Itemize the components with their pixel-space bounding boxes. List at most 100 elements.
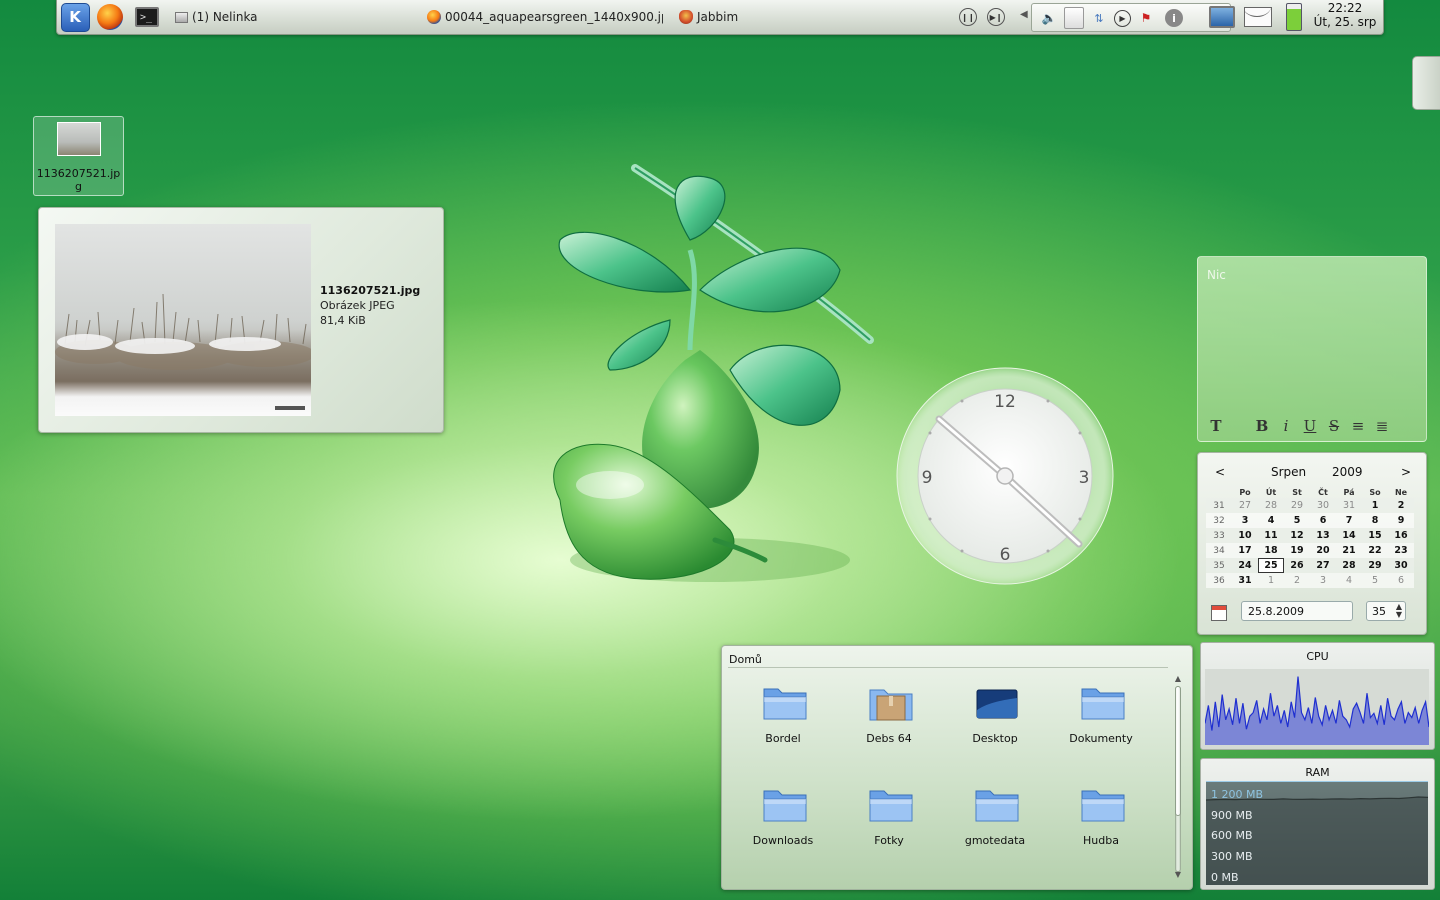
clipboard-icon[interactable]	[1064, 7, 1084, 29]
justify-button[interactable]: ≣	[1370, 417, 1394, 435]
calendar-next-month-button[interactable]: >	[1401, 465, 1411, 479]
calendar-day[interactable]: 17	[1232, 543, 1258, 558]
calendar-day[interactable]: 20	[1310, 543, 1336, 558]
calendar-day[interactable]: 29	[1362, 558, 1388, 573]
bold-button[interactable]: B	[1250, 417, 1274, 435]
date-input[interactable]: 25.8.2009	[1241, 601, 1353, 621]
calendar-day[interactable]: 4	[1258, 513, 1284, 528]
today-calendar-icon[interactable]	[1211, 605, 1227, 621]
mail-button[interactable]	[1243, 2, 1273, 32]
scroll-up-arrow-icon[interactable]: ▲	[1172, 674, 1184, 683]
task-image-viewer[interactable]: 00044_aquapearsgreen_1440x900.jpg	[427, 8, 663, 26]
strikethrough-button[interactable]: S	[1322, 417, 1346, 435]
calendar-day[interactable]: 13	[1310, 528, 1336, 543]
calendar-day[interactable]: 8	[1362, 513, 1388, 528]
calendar-year[interactable]: 2009	[1332, 465, 1363, 479]
calendar-day[interactable]: 28	[1258, 498, 1284, 513]
notes-text[interactable]: Nic	[1207, 268, 1226, 282]
volume-icon[interactable]: 🔈	[1038, 7, 1060, 29]
calendar-day[interactable]: 31	[1336, 498, 1362, 513]
calendar-day[interactable]: 14	[1336, 528, 1362, 543]
calendar-day[interactable]: 30	[1310, 498, 1336, 513]
calendar-day[interactable]: 2	[1388, 498, 1414, 513]
week-spinbox[interactable]: 35 ▲ ▼	[1366, 601, 1406, 621]
calendar-day[interactable]: 15	[1362, 528, 1388, 543]
calendar-day[interactable]: 27	[1310, 558, 1336, 573]
calendar-day[interactable]: 16	[1388, 528, 1414, 543]
analog-clock-widget[interactable]: 12 3 6 9	[896, 367, 1114, 585]
calendar-day[interactable]: 12	[1284, 528, 1310, 543]
display-settings-button[interactable]	[1207, 2, 1237, 32]
digital-clock[interactable]: 22:22 Út, 25. srp	[1310, 1, 1380, 29]
align-center-button[interactable]: ≡	[1346, 417, 1370, 435]
folder-item[interactable]: Desktop	[950, 684, 1040, 754]
calendar-day[interactable]: 7	[1336, 513, 1362, 528]
calendar-day[interactable]: 11	[1258, 528, 1284, 543]
calendar-day[interactable]: 29	[1284, 498, 1310, 513]
folder-item[interactable]: Hudba	[1056, 786, 1146, 856]
calendar-day[interactable]: 25	[1258, 558, 1284, 573]
calendar-day[interactable]: 9	[1388, 513, 1414, 528]
calendar-day[interactable]: 10	[1232, 528, 1258, 543]
calendar-day[interactable]: 5	[1284, 513, 1310, 528]
calendar-day[interactable]: 3	[1232, 513, 1258, 528]
clock-time: 22:22	[1327, 1, 1363, 15]
task-nelinka[interactable]: (1) Nelinka	[175, 8, 415, 26]
folder-item[interactable]: Downloads	[738, 786, 828, 856]
calendar-day[interactable]: 21	[1336, 543, 1362, 558]
calendar-grid: Po Út St Čt Pá So Ne 31 27 28 29 30 31 1 2 32 3 4 5…	[1206, 486, 1414, 588]
pause-icon[interactable]: ❙❙	[959, 8, 977, 26]
calendar-day[interactable]: 28	[1336, 558, 1362, 573]
file-preview-widget[interactable]: 1136207521.jpg Obrázek JPEG 81,4 KiB	[38, 207, 444, 433]
folder-item[interactable]: Dokumenty	[1056, 684, 1146, 754]
folder-scrollbar[interactable]: ▲ ▼	[1172, 674, 1184, 884]
calendar-day[interactable]: 3	[1310, 573, 1336, 588]
week-number: 36	[1206, 573, 1232, 588]
calendar-day[interactable]: 19	[1284, 543, 1310, 558]
desktop-file-icon[interactable]: 1136207521.jpg	[33, 116, 124, 196]
media-player-icon[interactable]: ▶	[1114, 9, 1131, 27]
calendar-day[interactable]: 6	[1388, 573, 1414, 588]
task-jabbim[interactable]: Jabbim	[679, 8, 819, 26]
calendar-month[interactable]: Srpen	[1271, 465, 1306, 479]
text-color-button[interactable]: T	[1204, 417, 1228, 435]
folder-item[interactable]: Fotky	[844, 786, 934, 856]
terminal-icon: >_	[135, 7, 159, 27]
scroll-down-arrow-icon[interactable]: ▼	[1172, 870, 1184, 879]
tray-expand-arrow-icon[interactable]: ◀	[1020, 9, 1028, 20]
calendar-day[interactable]: 1	[1258, 573, 1284, 588]
panel-toolbox-handle[interactable]	[1412, 56, 1440, 110]
calendar-day[interactable]: 30	[1388, 558, 1414, 573]
calendar-day[interactable]: 4	[1336, 573, 1362, 588]
calendar-day[interactable]: 31	[1232, 573, 1258, 588]
calendar-day[interactable]: 6	[1310, 513, 1336, 528]
firefox-launcher[interactable]	[95, 2, 125, 32]
calendar-day[interactable]: 23	[1388, 543, 1414, 558]
calendar-day[interactable]: 1	[1362, 498, 1388, 513]
terminal-launcher[interactable]: >_	[132, 2, 162, 32]
update-notifier-icon[interactable]: ⚑	[1135, 7, 1157, 29]
next-track-icon[interactable]: ▶❙	[987, 8, 1005, 26]
battery-indicator[interactable]	[1279, 2, 1309, 32]
folder-item[interactable]: gmotedata	[950, 786, 1040, 856]
calendar-day[interactable]: 22	[1362, 543, 1388, 558]
calendar-day[interactable]: 18	[1258, 543, 1284, 558]
underline-button[interactable]: U	[1298, 417, 1322, 435]
folder-item[interactable]: Bordel	[738, 684, 828, 754]
calendar-day[interactable]: 5	[1362, 573, 1388, 588]
calendar-prev-month-button[interactable]: <	[1215, 465, 1225, 479]
calendar-day[interactable]: 2	[1284, 573, 1310, 588]
notes-widget[interactable]: Nic T B i U S ≡ ≣	[1197, 256, 1427, 442]
firefox-icon	[427, 10, 441, 24]
preview-filesize: 81,4 KiB	[320, 314, 366, 327]
spinbox-arrows-icon[interactable]: ▲ ▼	[1396, 603, 1402, 619]
calendar-day[interactable]: 27	[1232, 498, 1258, 513]
calendar-day[interactable]: 24	[1232, 558, 1258, 573]
folder-item[interactable]: Debs 64	[844, 684, 934, 754]
italic-button[interactable]: i	[1274, 417, 1298, 435]
network-icon[interactable]: ⇅	[1088, 7, 1110, 29]
kde-menu-button[interactable]: K	[60, 2, 90, 32]
scrollbar-thumb[interactable]	[1175, 686, 1181, 816]
info-icon[interactable]: i	[1165, 9, 1183, 27]
calendar-day[interactable]: 26	[1284, 558, 1310, 573]
